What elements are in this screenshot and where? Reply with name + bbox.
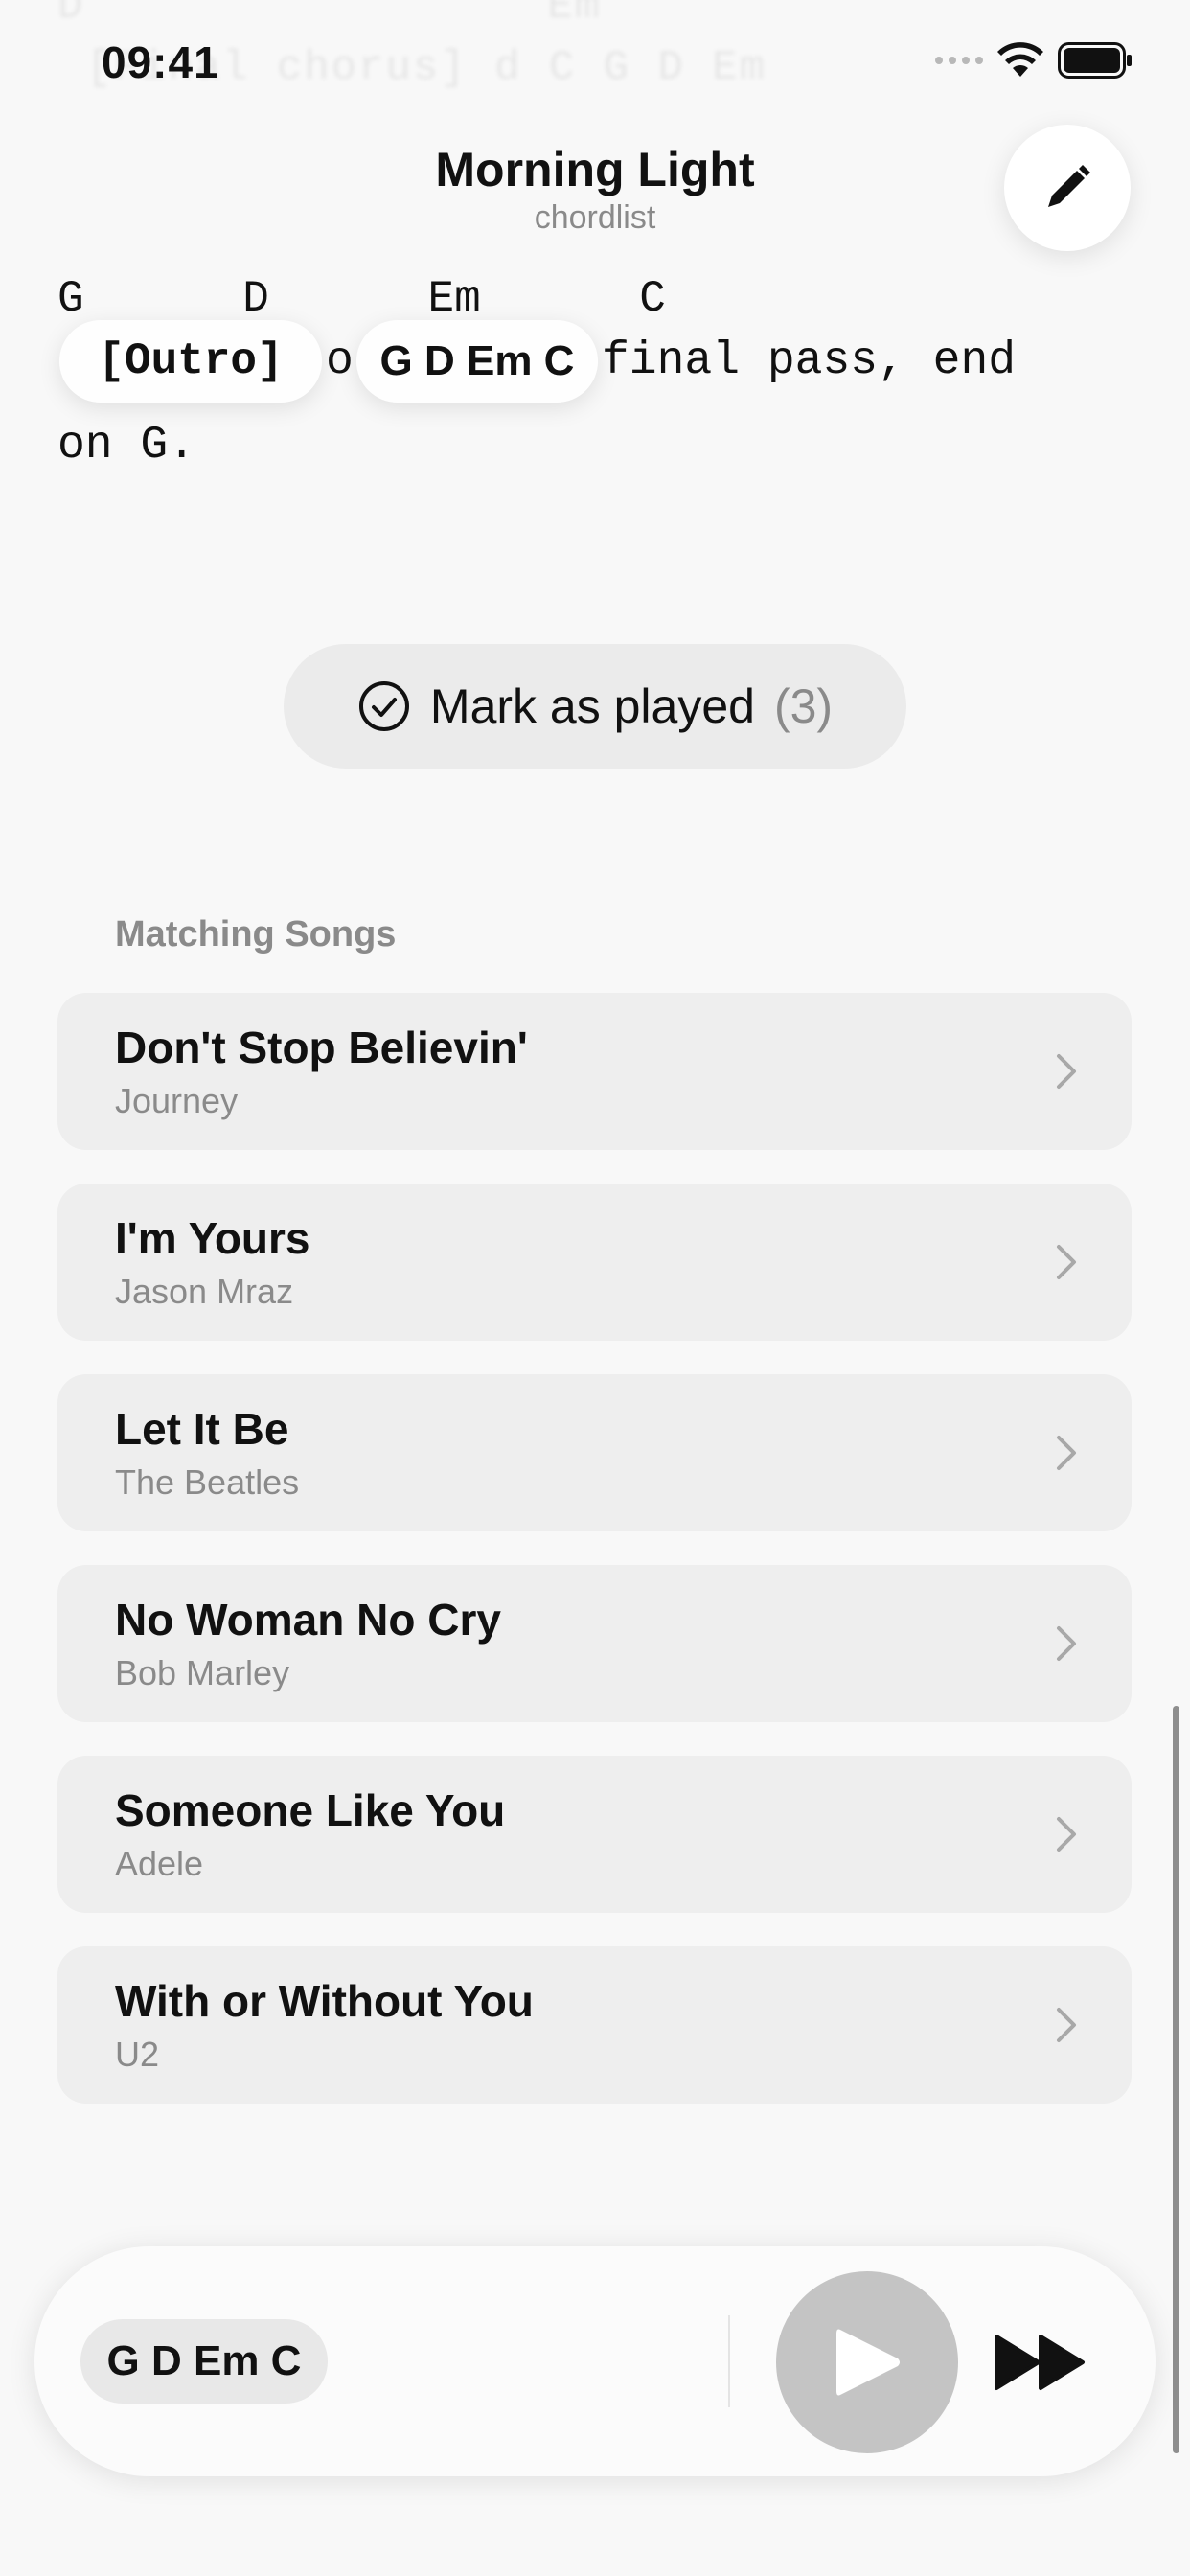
played-count: (3) <box>773 679 834 733</box>
signal-dots-icon <box>935 57 983 64</box>
song-row-no-woman-no-cry[interactable]: No Woman No Cry Bob Marley <box>57 1565 1132 1722</box>
chevron-right-icon <box>1057 1245 1076 1279</box>
player-bar: G D Em C <box>34 2246 1156 2476</box>
song-title: No Woman No Cry <box>115 1595 501 1644</box>
background-ghost-line-1: D Em <box>57 0 603 31</box>
song-artist: Jason Mraz <box>115 1272 294 1311</box>
song-row-im-yours[interactable]: I'm Yours Jason Mraz <box>57 1184 1132 1341</box>
song-artist: U2 <box>115 2035 160 2074</box>
section-tag[interactable]: [Outro] <box>59 320 322 402</box>
chevron-right-icon <box>1057 2008 1076 2042</box>
song-row-dont-stop-believin[interactable]: Don't Stop Believin' Journey <box>57 993 1132 1150</box>
lyric-fragment: o <box>326 335 354 387</box>
song-artist: Adele <box>115 1844 204 1883</box>
chevron-right-icon <box>1057 1817 1076 1852</box>
pencil-icon <box>1048 165 1090 207</box>
player-divider <box>728 2315 730 2407</box>
chevron-right-icon <box>1057 1054 1076 1089</box>
song-title: With or Without You <box>115 1976 534 2026</box>
player-chord-chip[interactable]: G D Em C <box>80 2319 328 2404</box>
play-button[interactable] <box>776 2271 958 2453</box>
song-title: I'm Yours <box>115 1213 310 1263</box>
song-row-let-it-be[interactable]: Let It Be The Beatles <box>57 1374 1132 1531</box>
song-title: Someone Like You <box>115 1785 506 1835</box>
song-artist: The Beatles <box>115 1462 300 1502</box>
chord-pill[interactable]: G D Em C <box>356 320 598 402</box>
fast-forward-icon[interactable] <box>993 2333 1088 2392</box>
chord-line: G D Em C <box>57 274 666 324</box>
song-title: Don't Stop Believin' <box>115 1023 528 1072</box>
song-row-with-or-without-you[interactable]: With or Without You U2 <box>57 1946 1132 2104</box>
mark-as-played-button[interactable]: Mark as played (3) <box>284 644 906 769</box>
chevron-right-icon <box>1057 1436 1076 1470</box>
song-title: Let It Be <box>115 1404 289 1454</box>
lyric-line-1: final pass, end <box>602 335 1017 387</box>
mark-as-played-label: Mark as played <box>429 679 755 733</box>
scrollbar[interactable] <box>1173 1706 1179 2453</box>
song-row-someone-like-you[interactable]: Someone Like You Adele <box>57 1756 1132 1913</box>
status-time: 09:41 <box>102 37 219 87</box>
battery-icon <box>1058 42 1132 79</box>
edit-button[interactable] <box>1004 125 1131 251</box>
check-circle-icon <box>358 681 409 731</box>
chevron-right-icon <box>1057 1626 1076 1661</box>
matching-songs-heading: Matching Songs <box>115 914 397 954</box>
song-artist: Bob Marley <box>115 1653 290 1692</box>
wifi-icon <box>997 42 1043 77</box>
play-icon <box>836 2329 900 2396</box>
song-artist: Journey <box>115 1081 239 1120</box>
status-icons <box>935 42 1133 79</box>
lyric-line-2: on G. <box>57 420 196 472</box>
